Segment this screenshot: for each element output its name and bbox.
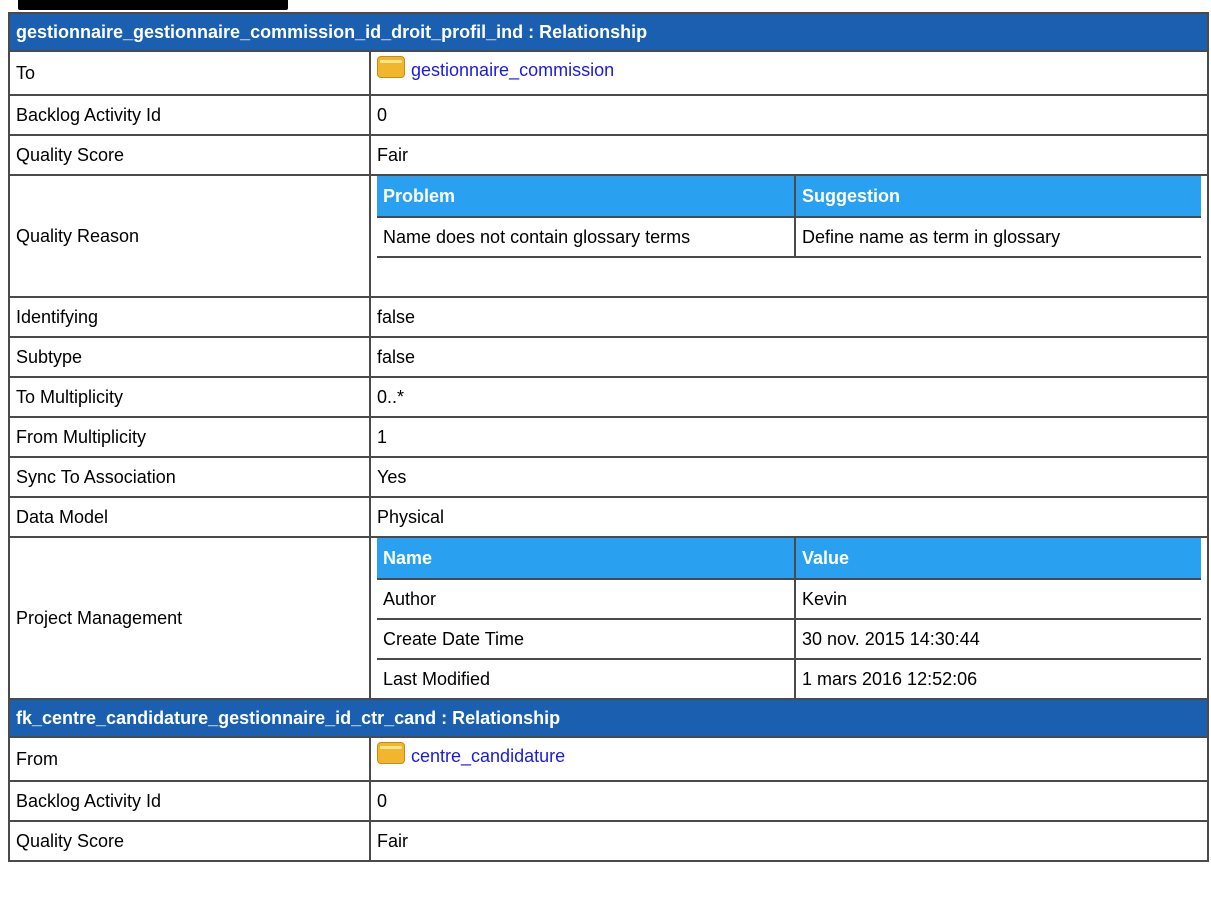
property-value: Physical [369, 496, 1209, 538]
column-header: Suggestion [794, 176, 1201, 218]
property-value: Fair [369, 820, 1209, 862]
property-value: 0 [369, 780, 1209, 822]
table-cell: 1 mars 2016 12:52:06 [794, 658, 1201, 698]
property-row: Data Model Physical [8, 496, 1209, 538]
property-row-to: To gestionnaire_commission [8, 50, 1209, 96]
property-label: Quality Score [8, 820, 371, 862]
property-row: From Multiplicity 1 [8, 416, 1209, 458]
table-row: Last Modified 1 mars 2016 12:52:06 [377, 658, 1201, 698]
property-row: Subtype false [8, 336, 1209, 378]
table-folder-icon [377, 56, 405, 78]
table-cell: Create Date Time [377, 618, 796, 660]
spacer-row [377, 256, 1201, 296]
column-header: Value [794, 538, 1201, 580]
inner-header-row: Problem Suggestion [377, 176, 1201, 218]
property-label: From Multiplicity [8, 416, 371, 458]
spacer-cell [377, 256, 795, 296]
inner-header-row: Name Value [377, 538, 1201, 580]
property-value: 0..* [369, 376, 1209, 418]
property-label: Quality Reason [8, 174, 371, 298]
property-label: Data Model [8, 496, 371, 538]
quality-reason-table: Problem Suggestion Name does not contain… [377, 176, 1201, 296]
property-row: Quality Score Fair [8, 134, 1209, 176]
table-row: Create Date Time 30 nov. 2015 14:30:44 [377, 618, 1201, 660]
property-row: Sync To Association Yes [8, 456, 1209, 498]
section-title: gestionnaire_gestionnaire_commission_id_… [8, 12, 1209, 52]
property-label: To [8, 50, 371, 96]
property-value: gestionnaire_commission [369, 50, 1209, 96]
property-value: 1 [369, 416, 1209, 458]
property-value: false [369, 296, 1209, 338]
quality-reason-table-cell: Problem Suggestion Name does not contain… [369, 174, 1209, 298]
to-table-link[interactable]: gestionnaire_commission [411, 60, 614, 80]
column-header: Problem [377, 176, 796, 218]
property-row-project-management: Project Management Name Value Author Kev… [8, 536, 1209, 700]
table-cell: Author [377, 578, 796, 620]
column-header: Name [377, 538, 796, 580]
section-title: fk_centre_candidature_gestionnaire_id_ct… [8, 698, 1209, 738]
table-cell: Kevin [794, 578, 1201, 620]
property-label: To Multiplicity [8, 376, 371, 418]
report-content: gestionnaire_gestionnaire_commission_id_… [8, 12, 1211, 862]
property-row: Backlog Activity Id 0 [8, 94, 1209, 136]
table-folder-icon [377, 742, 405, 764]
project-management-table: Name Value Author Kevin Create Date Time… [377, 538, 1201, 698]
property-label: Backlog Activity Id [8, 94, 371, 136]
property-label: Sync To Association [8, 456, 371, 498]
property-row: Identifying false [8, 296, 1209, 338]
property-label: Backlog Activity Id [8, 780, 371, 822]
property-value: false [369, 336, 1209, 378]
property-label: Quality Score [8, 134, 371, 176]
project-management-table-cell: Name Value Author Kevin Create Date Time… [369, 536, 1209, 700]
property-value: Fair [369, 134, 1209, 176]
property-row-from: From centre_candidature [8, 736, 1209, 782]
spacer-cell [795, 256, 1201, 296]
property-row-quality-reason: Quality Reason Problem Suggestion Name d… [8, 174, 1209, 298]
property-value: Yes [369, 456, 1209, 498]
property-row: Backlog Activity Id 0 [8, 780, 1209, 822]
section-header: gestionnaire_gestionnaire_commission_id_… [8, 12, 1209, 52]
table-cell: Last Modified [377, 658, 796, 698]
relationship-table: gestionnaire_gestionnaire_commission_id_… [8, 12, 1209, 862]
property-label: Project Management [8, 536, 371, 700]
cut-off-heading [18, 0, 288, 10]
table-cell: 30 nov. 2015 14:30:44 [794, 618, 1201, 660]
property-value: centre_candidature [369, 736, 1209, 782]
table-row: Name does not contain glossary terms Def… [377, 216, 1201, 258]
property-row: To Multiplicity 0..* [8, 376, 1209, 418]
property-value: 0 [369, 94, 1209, 136]
property-row: Quality Score Fair [8, 820, 1209, 862]
table-cell: Define name as term in glossary [794, 216, 1201, 258]
from-table-link[interactable]: centre_candidature [411, 746, 565, 766]
table-row: Author Kevin [377, 578, 1201, 620]
property-label: Subtype [8, 336, 371, 378]
section-header: fk_centre_candidature_gestionnaire_id_ct… [8, 698, 1209, 738]
top-edge-bar [0, 0, 1211, 12]
property-label: Identifying [8, 296, 371, 338]
table-cell: Name does not contain glossary terms [377, 216, 796, 258]
property-label: From [8, 736, 371, 782]
